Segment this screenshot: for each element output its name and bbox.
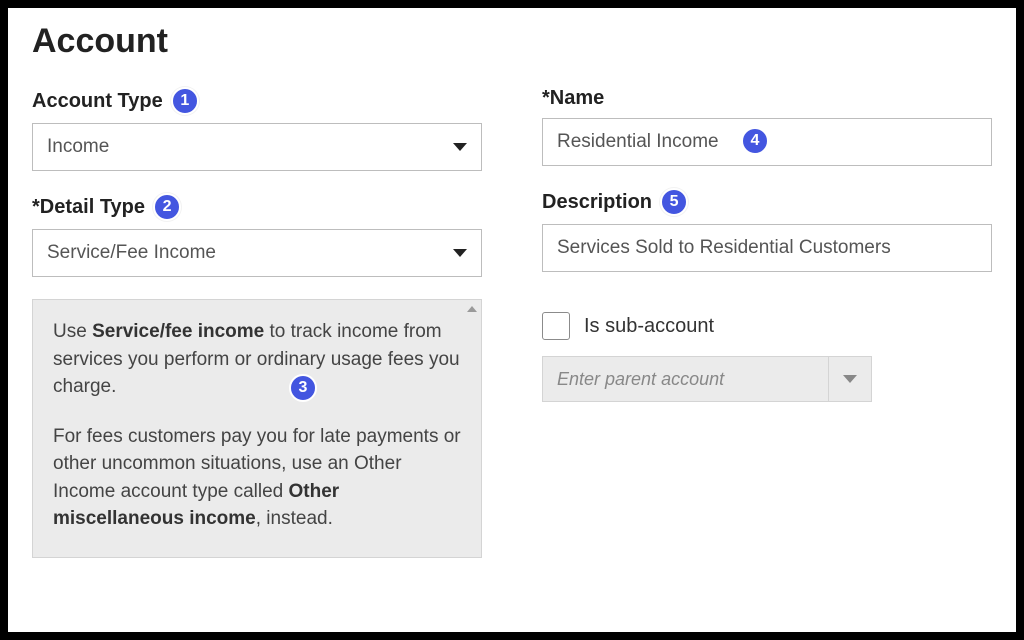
description-label: Description 5 (542, 188, 992, 216)
chevron-down-icon (453, 249, 467, 257)
info-paragraph-2: For fees customers pay you for late paym… (53, 423, 461, 533)
page-title: Account (32, 22, 992, 61)
left-column: Account Type 1 Income Detail Type 2 Serv… (32, 87, 482, 558)
parent-account-dropdown-button (828, 356, 872, 402)
parent-account-input: Enter parent account (542, 356, 828, 402)
description-group: Description 5 Services Sold to Residenti… (542, 188, 992, 272)
chevron-down-icon (843, 375, 857, 383)
name-value: Residential Income (557, 131, 719, 153)
detail-type-group: Detail Type 2 Service/Fee Income (32, 193, 482, 277)
detail-type-label: Detail Type 2 (32, 193, 482, 221)
annotation-badge-5: 5 (660, 188, 688, 216)
account-type-group: Account Type 1 Income (32, 87, 482, 171)
description-label-text: Description (542, 191, 652, 214)
annotation-badge-4: 4 (741, 127, 769, 155)
detail-type-info-box: Use Service/fee income to track income f… (32, 299, 482, 558)
right-column: Name Residential Income 4 Description 5 … (542, 87, 992, 558)
account-type-select[interactable]: Income (32, 123, 482, 171)
annotation-badge-3: 3 (289, 374, 317, 402)
info-paragraph-1: Use Service/fee income to track income f… (53, 318, 461, 401)
sub-account-row: Is sub-account (542, 312, 992, 340)
parent-account-placeholder: Enter parent account (557, 369, 724, 390)
name-label: Name (542, 87, 992, 110)
annotation-badge-1: 1 (171, 87, 199, 115)
account-type-value: Income (47, 136, 109, 158)
description-input[interactable]: Services Sold to Residential Customers (542, 224, 992, 272)
scroll-up-icon (467, 306, 477, 312)
detail-type-select[interactable]: Service/Fee Income (32, 229, 482, 277)
account-type-label: Account Type 1 (32, 87, 482, 115)
name-input[interactable]: Residential Income 4 (542, 118, 992, 166)
sub-account-checkbox[interactable] (542, 312, 570, 340)
parent-account-select: Enter parent account (542, 356, 872, 402)
detail-type-label-text: Detail Type (40, 196, 145, 219)
detail-type-value: Service/Fee Income (47, 242, 216, 264)
description-value: Services Sold to Residential Customers (557, 237, 891, 259)
name-label-text: Name (550, 87, 604, 110)
chevron-down-icon (453, 143, 467, 151)
name-group: Name Residential Income 4 (542, 87, 992, 166)
annotation-badge-2: 2 (153, 193, 181, 221)
sub-account-label: Is sub-account (584, 315, 714, 338)
account-type-label-text: Account Type (32, 90, 163, 113)
